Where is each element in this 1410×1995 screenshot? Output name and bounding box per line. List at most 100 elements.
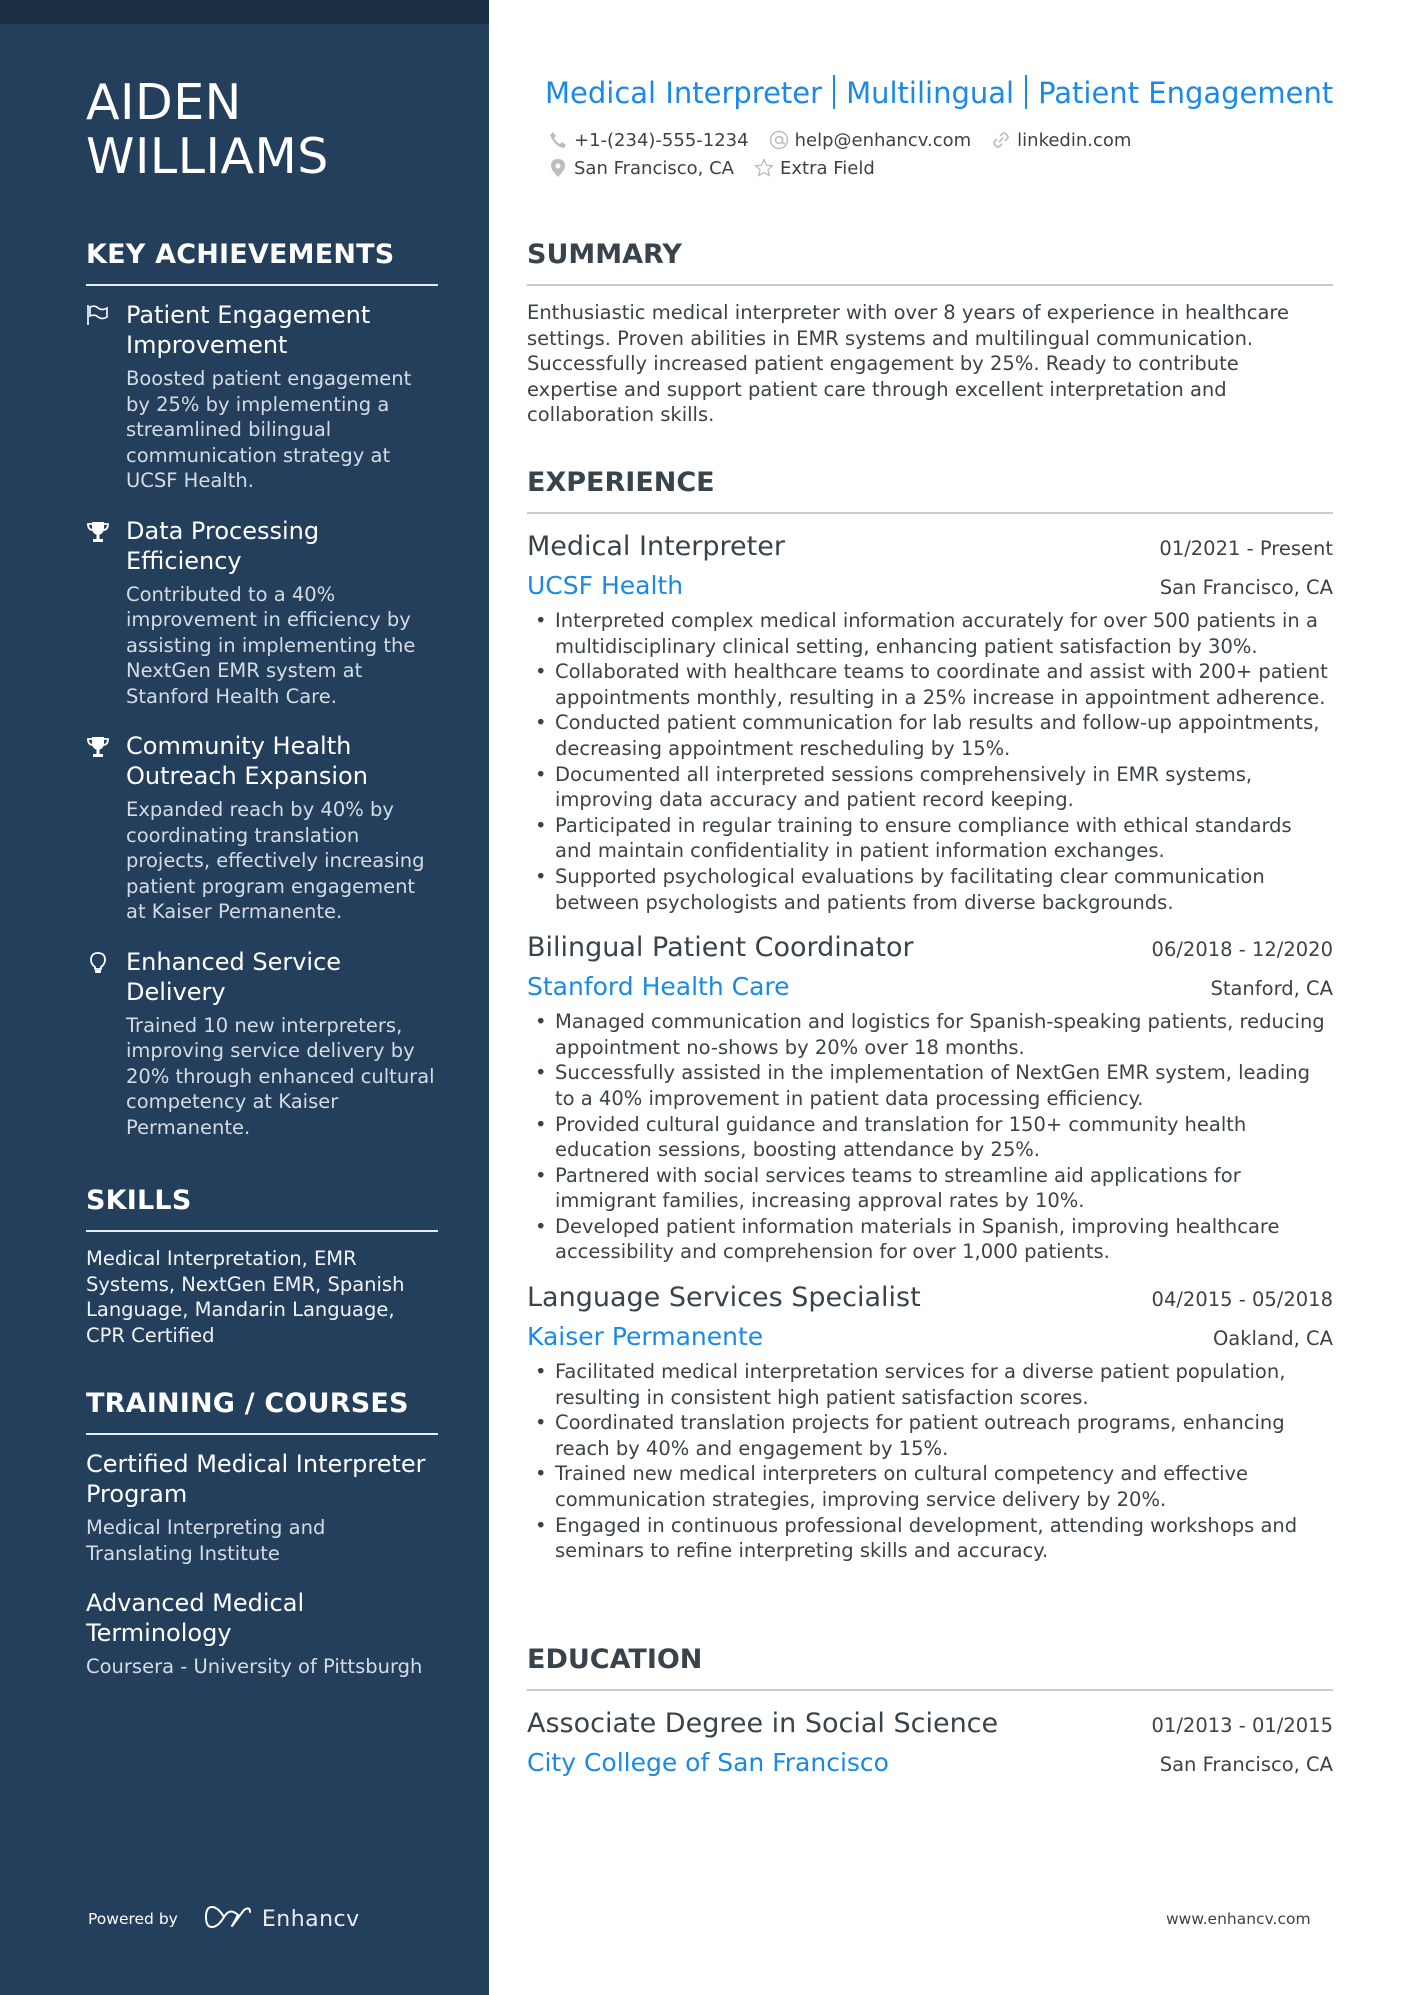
bullet-item: Coordinated translation projects for pat…: [527, 1410, 1333, 1461]
achievement-description: Contributed to a 40% improvement in effi…: [126, 582, 416, 708]
education-dates: 01/2013 - 01/2015: [1151, 1714, 1333, 1737]
job-entry: Language Services Specialist 04/2015 - 0…: [527, 1279, 1333, 1564]
bullet-item: Managed communication and logistics for …: [527, 1009, 1333, 1060]
bullet-item: Facilitated medical interpretation servi…: [527, 1359, 1333, 1410]
job-title: Medical Interpreter: [527, 531, 785, 562]
education-entry: Associate Degree in Social Science 01/20…: [527, 1705, 1333, 1783]
flag-icon: [86, 304, 112, 330]
bullet-item: Supported psychological evaluations by f…: [527, 864, 1333, 915]
brand-name: Enhancv: [261, 1906, 360, 1932]
job-dates: 04/2015 - 05/2018: [1151, 1288, 1333, 1312]
lightbulb-icon: [86, 951, 112, 977]
training-section: TRAINING / COURSES Certified Medical Int…: [86, 1387, 438, 1702]
at-icon: [769, 130, 789, 150]
email-address: help@enhancv.com: [794, 129, 972, 151]
contact-row: +1-(234)-555-1234 help@enhancv.com linke…: [548, 126, 1151, 154]
enhancv-logo[interactable]: Enhancv: [204, 1904, 360, 1934]
job-company: Stanford Health Care: [527, 972, 790, 1002]
job-location: Oakland, CA: [1212, 1327, 1333, 1351]
powered-by-label: Powered by: [88, 1910, 178, 1928]
training-heading: TRAINING / COURSES: [86, 1388, 409, 1419]
achievement-description: Expanded reach by 40% by coordinating tr…: [126, 798, 425, 923]
location-pin-icon: [548, 158, 568, 178]
extra-field-text: Extra Field: [779, 157, 875, 179]
experience-section: EXPERIENCE Medical Interpreter 01/2021 -…: [527, 466, 1333, 1564]
achievement-title: Patient Engagement Improvement: [126, 301, 371, 359]
footer-website-link[interactable]: www.enhancv.com: [1166, 1910, 1311, 1928]
headline-part: Patient Engagement: [1038, 76, 1334, 110]
star-icon: [754, 158, 774, 178]
school: City College of San Francisco: [527, 1748, 889, 1777]
job-dates: 01/2021 - Present: [1159, 537, 1333, 560]
candidate-name: AIDEN WILLIAMS: [86, 76, 329, 184]
contact-link[interactable]: linkedin.com: [991, 130, 1131, 151]
section-divider: [86, 1433, 438, 1435]
bullet-item: Participated in regular training to ensu…: [527, 813, 1333, 864]
headline-part: Multilingual: [846, 76, 1015, 110]
key-achievements-section: KEY ACHIEVEMENTS Patient Engagement Impr…: [86, 238, 438, 1162]
link-icon: [991, 130, 1011, 150]
headline: Medical Interpreter Multilingual Patient E…: [545, 74, 1333, 112]
job-location: Stanford, CA: [1210, 977, 1333, 1001]
skills-heading: SKILLS: [86, 1185, 192, 1216]
linkedin-url: linkedin.com: [1017, 129, 1132, 151]
powered-by: Powered by Enhancv: [88, 1904, 360, 1934]
achievement-description: Trained 10 new interpreters, improving s…: [126, 1013, 435, 1139]
job-company: UCSF Health: [527, 571, 684, 600]
contact-location: San Francisco, CA: [548, 158, 734, 179]
achievement-item: Enhanced Service Delivery Trained 10 new…: [86, 947, 438, 1141]
job-entry: Bilingual Patient Coordinator 06/2018 - …: [527, 929, 1333, 1265]
headline-separator: [833, 75, 836, 109]
degree: Associate Degree in Social Science: [527, 1708, 999, 1739]
job-company: Kaiser Permanente: [527, 1322, 764, 1352]
key-achievements-heading: KEY ACHIEVEMENTS: [86, 239, 395, 270]
bullet-item: Developed patient information materials …: [527, 1214, 1333, 1265]
first-name: AIDEN: [86, 74, 242, 131]
bullet-item: Partnered with social services teams to …: [527, 1163, 1333, 1214]
course-organization: Medical Interpreting and Translating Ins…: [86, 1516, 326, 1565]
skills-list: Medical Interpretation, EMR Systems, Nex…: [86, 1247, 405, 1347]
phone-icon: [548, 130, 568, 150]
job-title: Bilingual Patient Coordinator: [527, 932, 914, 964]
summary-text: Enthusiastic medical interpreter with ov…: [527, 301, 1289, 427]
job-location: San Francisco, CA: [1159, 576, 1333, 599]
section-divider: [527, 1689, 1333, 1691]
education-location: San Francisco, CA: [1159, 1753, 1333, 1776]
achievement-description: Boosted patient engagement by 25% by imp…: [126, 367, 412, 492]
section-divider: [86, 284, 438, 286]
summary-heading: SUMMARY: [527, 239, 682, 270]
contact-row: San Francisco, CA Extra Field: [548, 154, 1151, 182]
skills-section: SKILLS Medical Interpretation, EMR Syste…: [86, 1184, 438, 1348]
trophy-icon: [86, 520, 112, 546]
enhancv-logo-icon: [204, 1904, 252, 1934]
contact-phone[interactable]: +1-(234)-555-1234: [548, 130, 749, 151]
trophy-icon: [86, 735, 112, 761]
course-organization: Coursera - University of Pittsburgh: [86, 1655, 423, 1678]
achievement-title: Community Health Outreach Expansion: [126, 732, 368, 790]
summary-section: SUMMARY Enthusiastic medical interpreter…: [527, 238, 1333, 428]
bullet-item: Successfully assisted in the implementat…: [527, 1060, 1333, 1111]
job-dates: 06/2018 - 12/2020: [1151, 938, 1333, 962]
bullet-item: Collaborated with healthcare teams to co…: [527, 659, 1333, 710]
course-title: Certified Medical Interpreter Program: [86, 1450, 426, 1508]
contact-info: +1-(234)-555-1234 help@enhancv.com linke…: [548, 126, 1151, 182]
achievement-item: Data Processing Efficiency Contributed t…: [86, 516, 438, 710]
section-divider: [527, 284, 1333, 286]
achievement-item: Community Health Outreach Expansion Expa…: [86, 731, 438, 925]
bullet-item: Engaged in continuous professional devel…: [527, 1513, 1333, 1564]
bullet-item: Conducted patient communication for lab …: [527, 710, 1333, 761]
section-divider: [527, 512, 1333, 514]
bullet-item: Trained new medical interpreters on cult…: [527, 1461, 1333, 1512]
phone-number: +1-(234)-555-1234: [574, 129, 749, 151]
contact-extra: Extra Field: [754, 158, 875, 179]
job-bullets: Facilitated medical interpretation servi…: [527, 1359, 1333, 1564]
course-item: Certified Medical Interpreter Program Me…: [86, 1449, 438, 1566]
course-title: Advanced Medical Terminology: [86, 1589, 305, 1647]
headline-separator: [1025, 75, 1028, 109]
job-title: Language Services Specialist: [527, 1282, 921, 1314]
contact-email[interactable]: help@enhancv.com: [769, 129, 972, 151]
sidebar: AIDEN WILLIAMS KEY ACHIEVEMENTS Patient …: [0, 0, 489, 1995]
achievement-title: Enhanced Service Delivery: [126, 947, 342, 1006]
last-name: WILLIAMS: [86, 128, 329, 185]
job-bullets: Managed communication and logistics for …: [527, 1009, 1333, 1265]
